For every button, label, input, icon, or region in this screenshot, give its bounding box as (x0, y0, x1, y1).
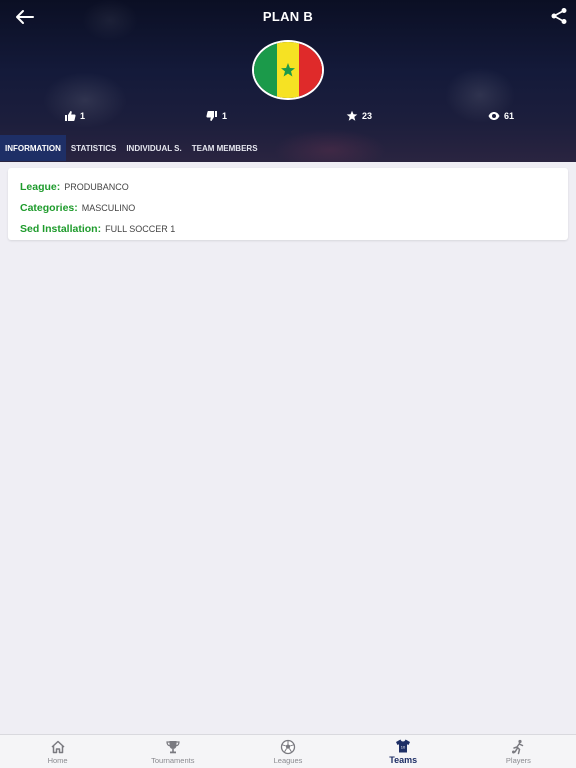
nav-tournaments[interactable]: Tournaments (115, 735, 230, 768)
league-value: PRODUBANCO (64, 181, 129, 192)
eye-icon (488, 112, 500, 120)
stars-stat[interactable]: 23 (346, 110, 372, 122)
installation-value: FULL SOCCER 1 (105, 223, 176, 234)
likes-stat[interactable]: 1 (64, 110, 85, 122)
nav-tournaments-label: Tournaments (151, 755, 195, 765)
team-title: PLAN B (262, 9, 314, 24)
tab-information[interactable]: INFORMATION (0, 135, 66, 161)
trophy-icon (166, 740, 180, 753)
installation-label: Sed Installation: (20, 222, 102, 235)
tab-statistics[interactable]: STATISTICS (66, 135, 121, 161)
bottom-navigation: Home Tournaments Leagues 10 Teams Player… (0, 734, 576, 768)
categories-label: Categories: (20, 201, 78, 214)
views-count: 61 (504, 111, 515, 121)
soccer-ball-icon (280, 739, 296, 754)
nav-home-label: Home (47, 755, 68, 765)
flag-star-icon (281, 63, 295, 77)
thumbs-down-icon (206, 111, 217, 121)
home-icon (51, 740, 65, 753)
flag-stripe-green (254, 42, 277, 98)
information-card: League: PRODUBANCO Categories: MASCULINO… (8, 168, 568, 240)
views-stat: 61 (488, 110, 514, 122)
dislikes-stat[interactable]: 1 (206, 110, 227, 122)
svg-text:10: 10 (401, 745, 406, 750)
likes-count: 1 (80, 111, 86, 121)
flag-stripe-yellow (276, 42, 300, 98)
nav-teams[interactable]: 10 Teams (346, 735, 461, 768)
nav-players-label: Players (505, 755, 531, 765)
dislikes-count: 1 (222, 111, 228, 121)
tab-individual-stats[interactable]: INDIVIDUAL S. (121, 135, 186, 161)
league-row: League: PRODUBANCO (20, 176, 556, 197)
jersey-icon: 10 (396, 739, 411, 753)
installation-row: Sed Installation: FULL SOCCER 1 (20, 218, 556, 239)
nav-leagues-label: Leagues (273, 755, 303, 765)
nav-leagues[interactable]: Leagues (230, 735, 345, 768)
team-flag (252, 40, 324, 100)
flag-stripe-red (299, 42, 322, 98)
share-button[interactable] (550, 7, 568, 25)
team-header: PLAN B 1 1 23 61 INFORMATION STATISTICS … (0, 0, 576, 162)
player-kick-icon (512, 739, 524, 754)
stars-count: 23 (362, 111, 373, 121)
thumbs-up-icon (65, 111, 76, 121)
nav-teams-label: Teams (389, 755, 418, 765)
league-label: League: (20, 180, 61, 193)
star-icon (346, 110, 358, 121)
nav-players[interactable]: Players (461, 735, 576, 768)
share-icon (551, 8, 567, 24)
team-tabs: INFORMATION STATISTICS INDIVIDUAL S. TEA… (0, 135, 263, 161)
categories-row: Categories: MASCULINO (20, 197, 556, 218)
categories-value: MASCULINO (81, 202, 136, 213)
tab-team-members[interactable]: TEAM MEMBERS (187, 135, 263, 161)
nav-home[interactable]: Home (0, 735, 115, 768)
